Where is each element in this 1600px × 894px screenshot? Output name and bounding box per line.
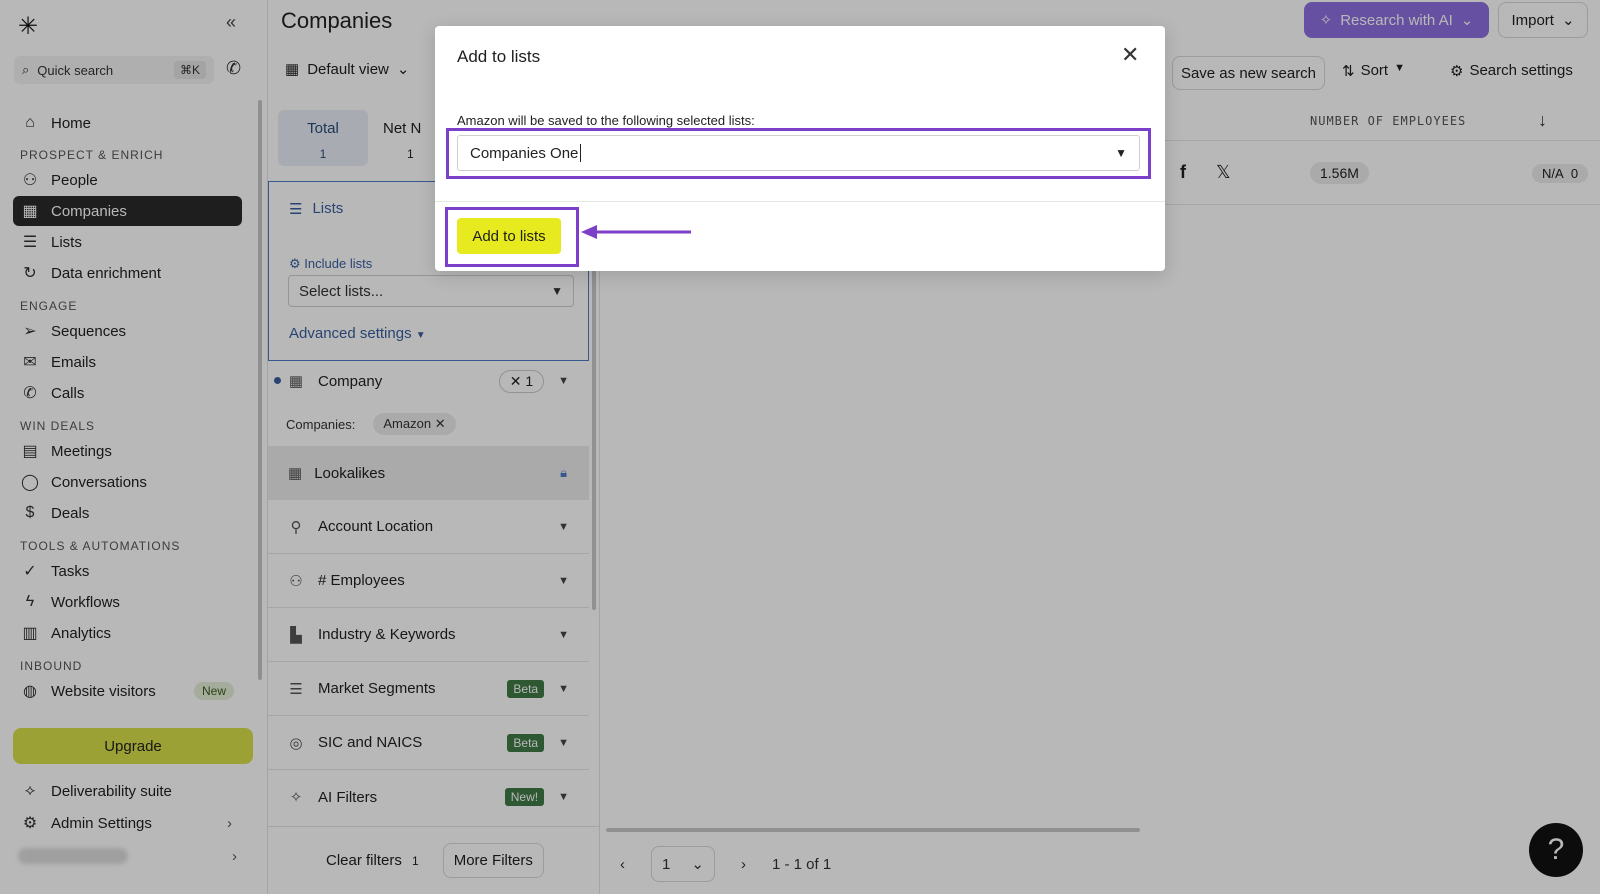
modal-label: Amazon will be saved to the following se… <box>457 113 755 128</box>
lists-select-input[interactable]: Companies One ▼ <box>457 135 1140 171</box>
text-cursor <box>580 144 582 162</box>
selected-list-value: Companies One <box>470 144 579 162</box>
add-to-lists-button[interactable]: Add to lists <box>457 218 561 254</box>
close-icon[interactable]: ✕ <box>1121 42 1139 68</box>
add-to-lists-modal: Add to lists ✕ Amazon will be saved to t… <box>435 26 1165 271</box>
modal-title: Add to lists <box>457 47 541 66</box>
divider <box>435 201 1165 202</box>
pointer-arrow-icon <box>581 225 691 239</box>
caret-down-icon: ▼ <box>1115 146 1127 160</box>
